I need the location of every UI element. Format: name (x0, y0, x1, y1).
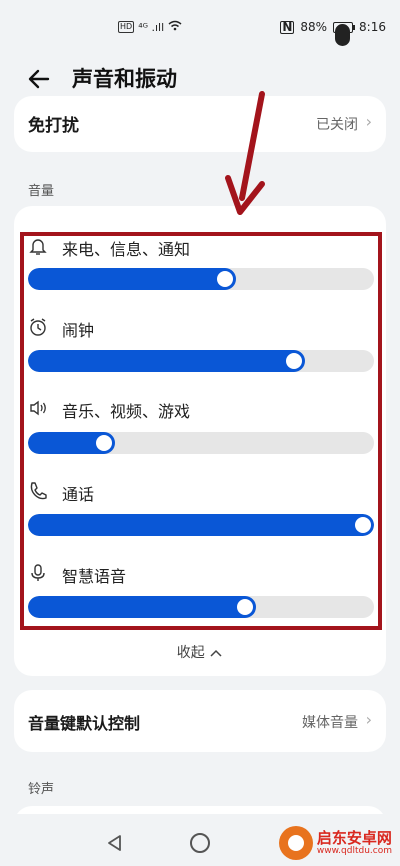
back-arrow-icon[interactable] (26, 64, 56, 94)
watermark-url: www.qdltdu.com (316, 846, 392, 856)
dnd-label: 免打扰 (28, 116, 79, 136)
chevron-right-icon: › (365, 112, 372, 131)
dnd-value: 已关闭 (316, 117, 358, 133)
chevron-right-icon: › (365, 710, 372, 729)
status-right: N 88% 8:16 (280, 19, 386, 46)
watermark: 启东安卓网 www.qdltdu.com (278, 826, 392, 860)
signal-icon: ⁴ᴳ .ıll (138, 20, 165, 34)
wifi-icon (168, 20, 182, 34)
collapse-button[interactable]: 收起 (0, 642, 400, 662)
page-title: 声音和振动 (72, 67, 177, 91)
watermark-logo-icon (278, 826, 313, 860)
watermark-text: 启东安卓网 www.qdltdu.com (317, 830, 392, 856)
nav-back-icon[interactable] (106, 834, 124, 856)
hd-badge: HD (118, 21, 135, 33)
ringtone-section-label: 铃声 (28, 782, 55, 797)
nav-home-icon[interactable] (190, 833, 210, 853)
status-bar: HD ⁴ᴳ .ıll N 88% 8:16 (0, 0, 400, 58)
annotation-highlight-box (20, 232, 382, 630)
volume-section-label: 音量 (28, 184, 55, 199)
status-left: HD ⁴ᴳ .ıll (118, 20, 182, 34)
clock-time: 8:16 (359, 20, 386, 34)
volume-key-control-value: 媒体音量 (302, 715, 358, 731)
watermark-name: 启东安卓网 (316, 829, 392, 847)
collapse-label: 收起 (176, 645, 205, 661)
volume-key-control-label: 音量键默认控制 (28, 714, 141, 733)
annotation-arrow-icon (220, 90, 280, 220)
chevron-up-icon (209, 645, 223, 661)
battery-icon (333, 21, 356, 46)
battery-percent: 88% (300, 20, 328, 34)
nfc-icon: N (280, 19, 295, 34)
